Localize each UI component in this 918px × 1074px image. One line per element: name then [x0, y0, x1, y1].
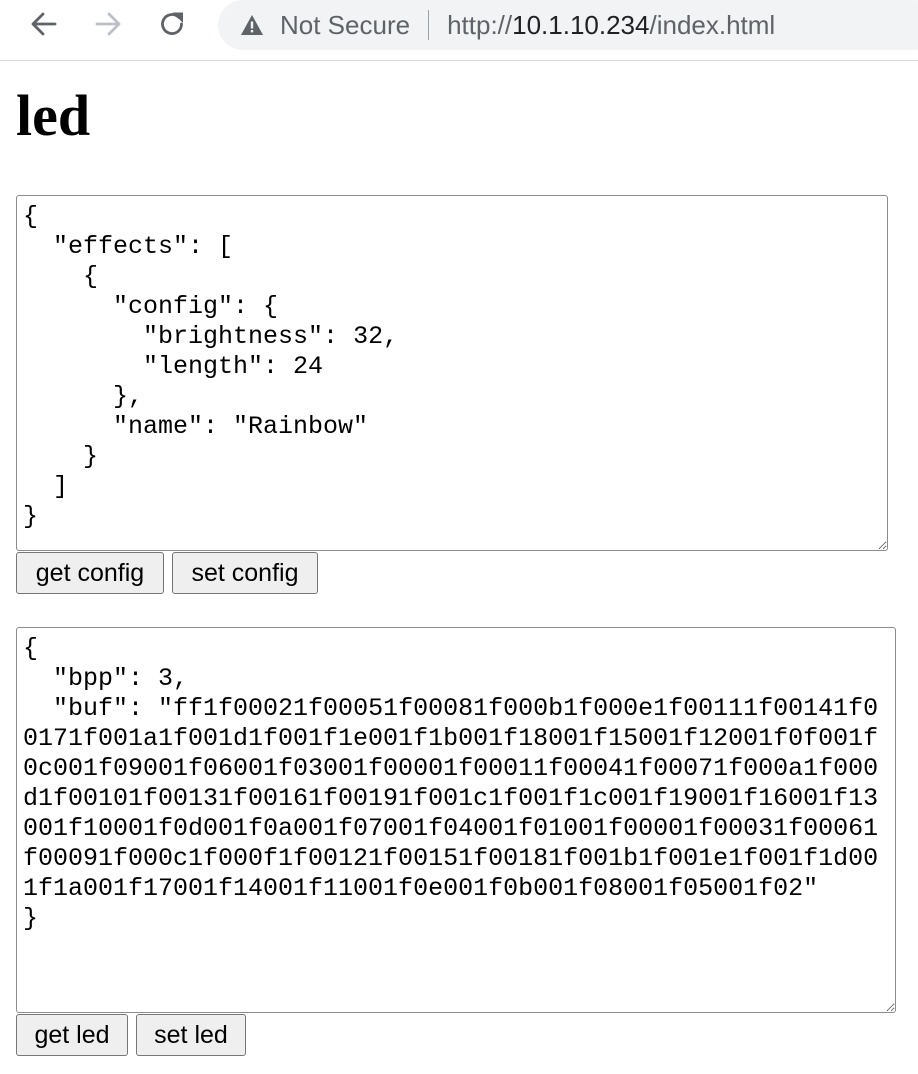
get-config-button[interactable]: get config — [16, 552, 164, 594]
arrow-left-icon — [31, 12, 57, 36]
address-bar[interactable]: Not Secure http://10.1.10.234/index.html — [218, 0, 918, 50]
config-textarea[interactable]: { "effects": [ { "config": { "brightness… — [16, 195, 888, 551]
reload-button[interactable] — [154, 6, 190, 42]
set-config-button[interactable]: set config — [172, 552, 318, 594]
address-bar-divider — [428, 10, 430, 40]
url-host: 10.1.10.234 — [512, 9, 650, 40]
url-text[interactable]: http://10.1.10.234/index.html — [447, 10, 775, 41]
back-button[interactable] — [26, 6, 62, 42]
reload-icon — [161, 12, 183, 35]
browser-toolbar: Not Secure http://10.1.10.234/index.html — [0, 0, 918, 61]
warning-triangle-icon[interactable] — [240, 14, 264, 36]
arrow-right-icon — [95, 12, 121, 36]
get-led-button[interactable]: get led — [16, 1014, 128, 1056]
url-scheme: http:// — [447, 9, 513, 40]
url-path: /index.html — [649, 9, 776, 40]
led-textarea[interactable]: { "bpp": 3, "buf": "ff1f00021f00051f0008… — [16, 627, 896, 1013]
set-led-button[interactable]: set led — [136, 1014, 246, 1056]
page-title: led — [16, 83, 91, 148]
forward-button[interactable] — [90, 6, 126, 42]
security-status-label[interactable]: Not Secure — [280, 10, 410, 41]
